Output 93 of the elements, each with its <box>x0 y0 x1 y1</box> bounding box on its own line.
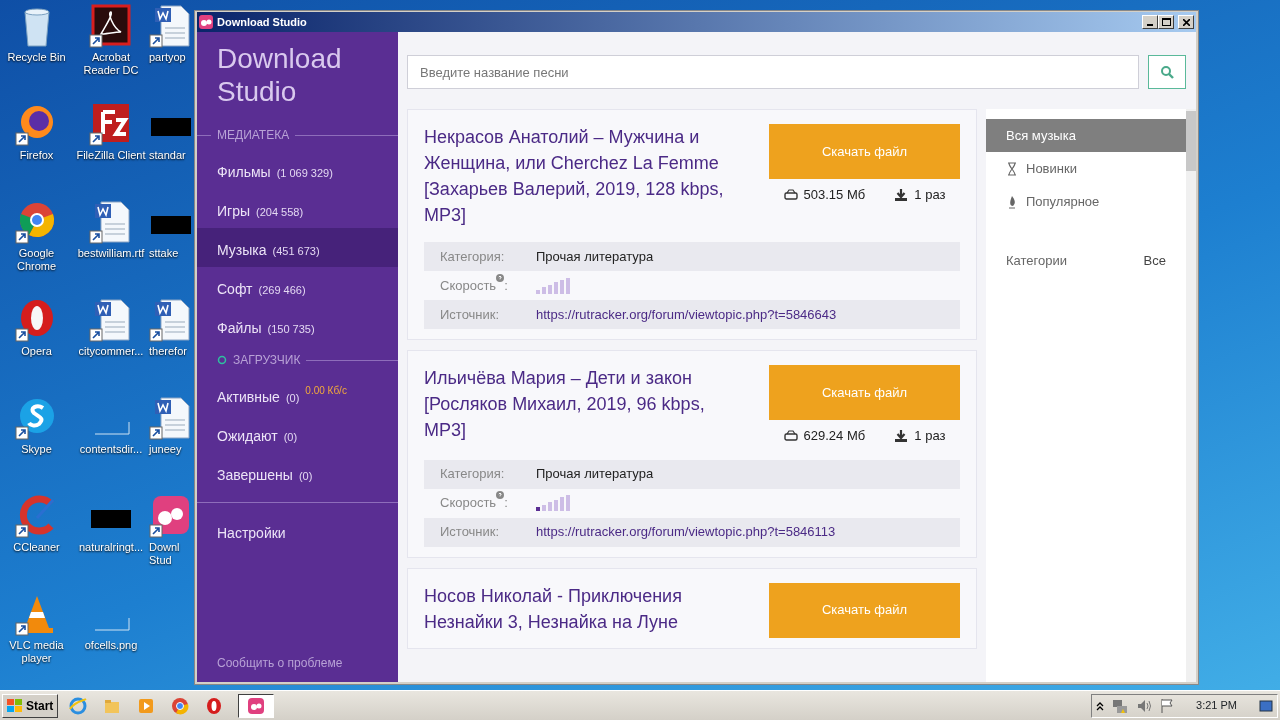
search-button[interactable] <box>1148 55 1186 89</box>
help-icon[interactable] <box>496 491 505 500</box>
icon-label[interactable]: Skype <box>1 443 72 456</box>
drive-icon <box>783 428 798 443</box>
result-title[interactable]: Ильичёва Мария – Дети и закон [Росляков Михаил, 2019, 96 kbps, MP3] <box>424 365 736 446</box>
show-desktop-icon[interactable] <box>1259 698 1273 713</box>
download-count: 1 раз <box>914 186 946 204</box>
document-icon[interactable] <box>89 298 133 342</box>
report-link[interactable]: Сообщить о проблеме <box>197 654 398 682</box>
sidebar-item[interactable]: Музыка (451 673) <box>197 228 398 267</box>
filter-item[interactable]: Новинки <box>986 152 1186 185</box>
icon-label[interactable]: contentsdir... <box>76 443 146 456</box>
document-icon[interactable] <box>89 200 133 244</box>
minimize-button[interactable] <box>1142 15 1158 29</box>
section-heading: МЕДИАТЕКА <box>217 127 290 144</box>
icon-label[interactable]: Firefox <box>1 149 72 162</box>
icon-label[interactable]: juneey <box>149 443 193 456</box>
sidebar-item[interactable]: Активные (0) 0.00 Кб/с <box>197 375 398 414</box>
filter-item[interactable]: Вся музыка <box>986 119 1186 152</box>
opera-icon[interactable] <box>205 696 224 715</box>
close-button[interactable] <box>1178 15 1194 29</box>
category-dropdown[interactable]: Все <box>1143 251 1166 271</box>
icon-label[interactable]: partyop <box>149 51 193 64</box>
maximize-button[interactable] <box>1158 15 1174 29</box>
icon-label[interactable]: Recycle Bin <box>1 51 72 64</box>
field-label: Категория: <box>440 465 505 484</box>
hourglass-icon <box>1006 161 1018 176</box>
field-label: Источник: <box>440 305 500 324</box>
category-label: Категории <box>1006 252 1067 270</box>
search-icon <box>1160 65 1174 79</box>
start-button[interactable]: Start <box>2 693 59 718</box>
document-icon[interactable] <box>149 298 193 342</box>
drive-icon <box>783 187 798 202</box>
field-value: Прочая литература <box>536 247 654 266</box>
section-heading: ЗАГРУЗЧИК <box>233 352 301 369</box>
document-icon[interactable] <box>149 396 193 440</box>
icon-label[interactable]: FileZilla Client <box>76 149 146 162</box>
icon-label[interactable]: Downl Stud <box>149 541 193 567</box>
sidebar-item[interactable]: Софт (269 466) <box>197 267 398 306</box>
icon-label[interactable]: Acrobat Reader DC <box>76 51 146 77</box>
field-label: Скорость <box>440 276 497 295</box>
tray-expand-icon[interactable] <box>1096 700 1105 711</box>
field-label: Скорость <box>440 494 497 513</box>
search-field[interactable]: Введите название песни <box>407 55 1139 89</box>
sidebar-item[interactable]: Ожидают (0) <box>197 414 398 453</box>
field-label: Источник: <box>440 523 500 542</box>
icon-label[interactable]: standar <box>149 149 193 162</box>
field-label: Категория: <box>440 247 505 266</box>
document-icon[interactable] <box>149 4 193 48</box>
status-ring-icon <box>217 355 227 365</box>
windows-logo-icon <box>7 698 23 713</box>
close-icon <box>1182 18 1190 26</box>
sidebar-item[interactable]: Фильмы (1 069 329) <box>197 150 398 189</box>
speed-readout: 0.00 Кб/с <box>305 384 347 398</box>
sidebar-item[interactable]: Завершены (0) <box>197 453 398 492</box>
source-link[interactable]: https://rutracker.org/forum/viewtopic.php?t=5846113 <box>536 522 836 542</box>
download-icon <box>894 187 909 202</box>
file-size: 629.24 Мб <box>803 427 866 445</box>
pdf-reader-icon[interactable] <box>89 4 133 48</box>
icon-label[interactable]: Google Chrome <box>1 247 72 273</box>
field-value: Прочая литература <box>536 465 654 484</box>
flag-icon[interactable] <box>1160 697 1175 714</box>
app-logo: Download Studio <box>216 42 343 109</box>
minimize-icon <box>1147 24 1153 26</box>
icon-label[interactable]: sttake <box>149 247 193 260</box>
icon-label[interactable]: ofcells.png <box>76 639 146 652</box>
window-title: Download Studio <box>217 14 307 30</box>
filter-item[interactable]: Популярное <box>986 185 1186 218</box>
icon-label[interactable]: therefor <box>149 345 193 358</box>
icon-label[interactable]: naturalringt... <box>76 541 146 554</box>
icon-label[interactable]: CCleaner <box>1 541 72 554</box>
icon-label[interactable]: Opera <box>1 345 72 358</box>
result-title[interactable]: Некрасов Анатолий – Мужчина и Женщина, или Cherchez La Femme [Захарьев Валерий, 2019, 128 kbps, MP3] <box>424 124 736 228</box>
sidebar-item[interactable]: Файлы (150 735) <box>197 306 398 345</box>
download-count: 1 раз <box>914 427 946 445</box>
app-icon[interactable] <box>247 696 266 715</box>
maximize-icon <box>1161 18 1171 26</box>
icon-label[interactable]: citycommer... <box>76 345 146 358</box>
icon-label[interactable]: bestwilliam.rtf <box>76 247 146 260</box>
field-label: : <box>504 276 508 295</box>
field-label: : <box>504 494 508 513</box>
app-icon <box>199 15 213 29</box>
help-icon[interactable] <box>496 273 505 282</box>
flame-icon <box>1006 194 1018 209</box>
download-icon <box>894 428 909 443</box>
settings-link[interactable]: Настройки <box>197 511 398 550</box>
network-icon[interactable] <box>1112 697 1129 714</box>
file-size: 503.15 Мб <box>803 186 866 204</box>
result-title[interactable]: Носов Николай - Приключения Незнайки 3, Незнайка на Луне <box>424 582 736 638</box>
source-link[interactable]: https://rutracker.org/forum/viewtopic.php?t=5846643 <box>536 304 837 325</box>
sidebar-item[interactable]: Игры (204 558) <box>197 189 398 228</box>
scrollbar[interactable] <box>1186 109 1196 682</box>
icon-label[interactable]: VLC media player <box>1 639 72 665</box>
